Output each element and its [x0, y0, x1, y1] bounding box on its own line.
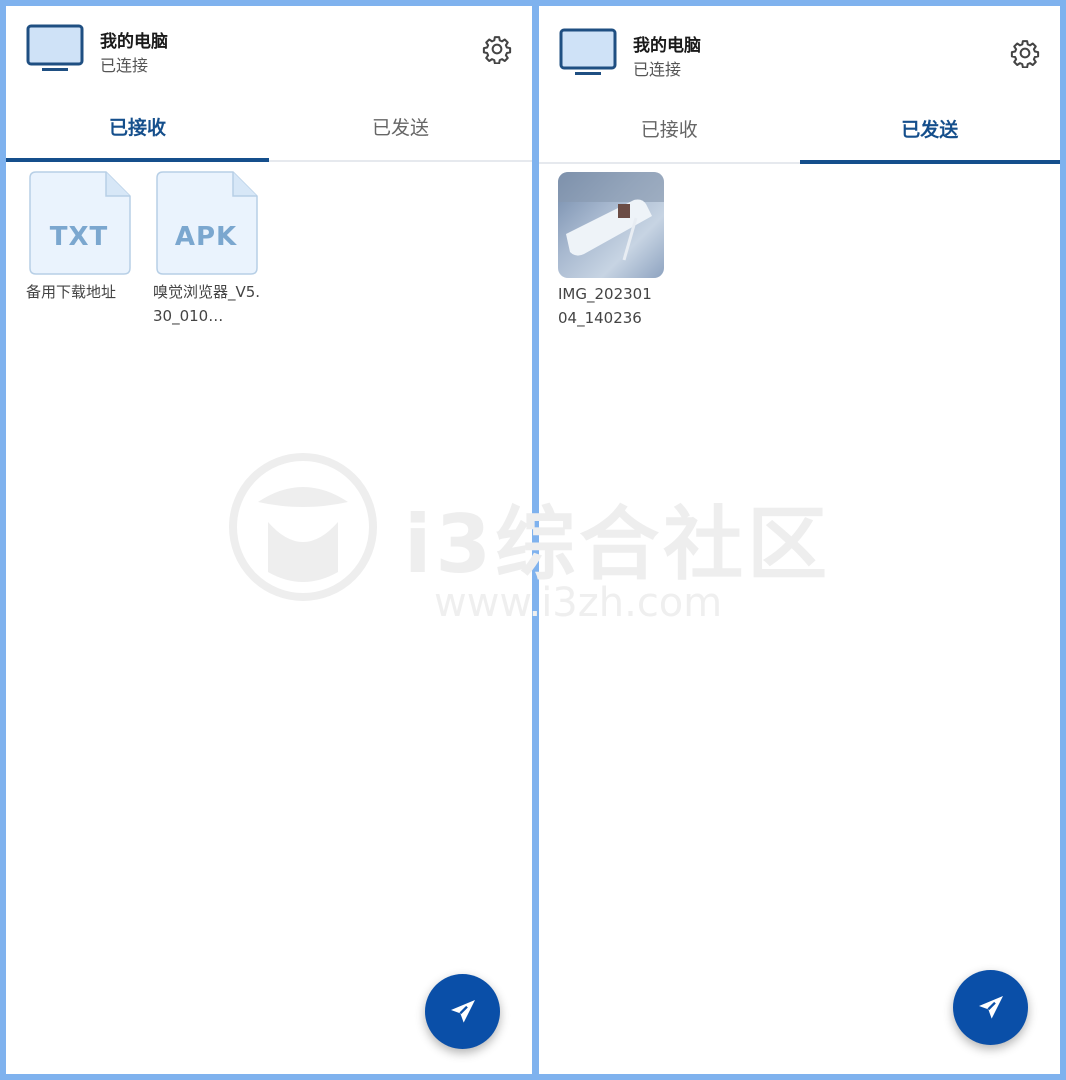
monitor-icon: [26, 24, 84, 71]
sent-panel: 我的电脑 已连接 已接收 已发送 IMG_20230104_140236: [539, 6, 1060, 1074]
device-header: 我的电脑 已连接: [539, 6, 1060, 106]
gear-icon[interactable]: [482, 34, 512, 64]
document-icon: TXT: [26, 170, 132, 276]
file-item[interactable]: APK 嗅觉浏览器_V5.30_010…: [153, 170, 263, 328]
tab-sent[interactable]: 已发送: [799, 108, 1061, 164]
tab-sent[interactable]: 已发送: [269, 106, 532, 160]
file-item[interactable]: IMG_20230104_140236: [558, 172, 668, 330]
received-panel: 我的电脑 已连接 已接收 已发送 TXT 备用下载地址 APK 嗅觉浏览器_V5…: [6, 6, 532, 1074]
file-extension: APK: [174, 222, 238, 252]
gear-icon[interactable]: [1010, 38, 1040, 68]
file-extension: TXT: [49, 222, 109, 252]
send-icon: [979, 996, 1003, 1019]
file-name: 备用下载地址: [26, 283, 117, 301]
file-item[interactable]: TXT 备用下载地址: [26, 170, 136, 304]
file-name: 嗅觉浏览器_V5.30_010…: [153, 283, 261, 325]
send-fab-button[interactable]: [425, 974, 500, 1049]
tab-received[interactable]: 已接收: [6, 106, 269, 162]
tab-bar: 已接收 已发送: [539, 108, 1060, 164]
monitor-icon: [559, 28, 617, 75]
send-icon: [451, 1000, 475, 1023]
tab-bar: 已接收 已发送: [6, 106, 532, 162]
device-title: 我的电脑: [633, 36, 701, 56]
document-icon: APK: [153, 170, 259, 276]
send-fab-button[interactable]: [953, 970, 1028, 1045]
device-status: 已连接: [633, 60, 682, 79]
file-name: IMG_20230104_140236: [558, 285, 652, 327]
device-title: 我的电脑: [100, 32, 168, 52]
tab-received[interactable]: 已接收: [539, 108, 800, 162]
image-thumbnail: [558, 172, 664, 278]
device-header: 我的电脑 已连接: [6, 6, 532, 106]
device-status: 已连接: [100, 56, 149, 75]
